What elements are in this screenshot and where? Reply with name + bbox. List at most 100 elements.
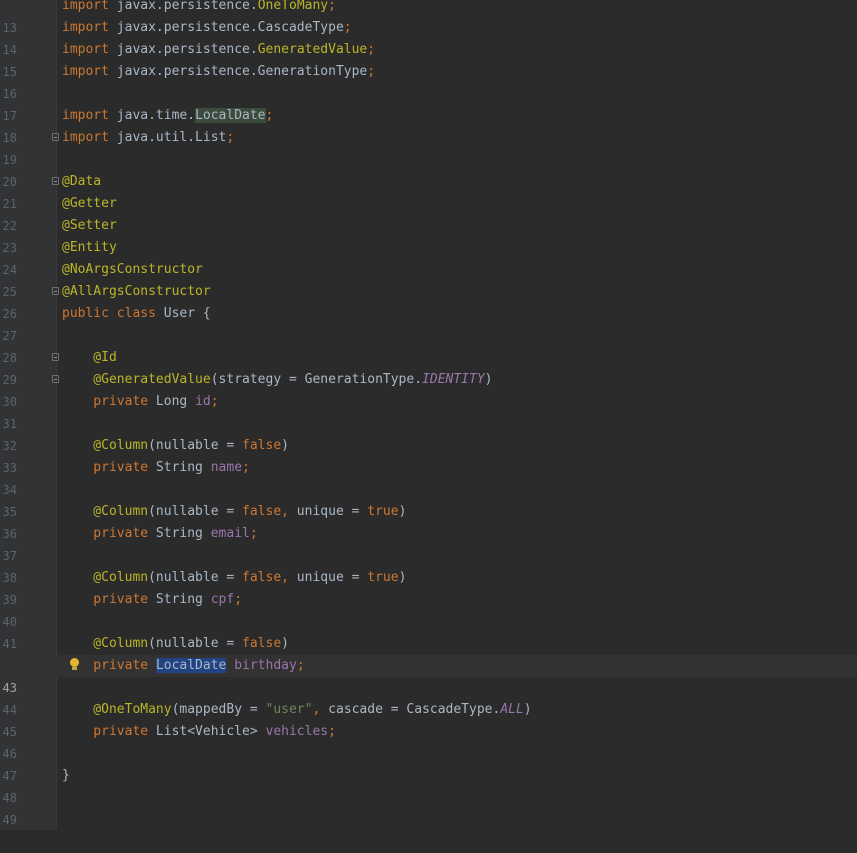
code-line[interactable]: 25 @NoArgsConstructor [0, 259, 857, 299]
annotation-token: @GeneratedValue [62, 372, 211, 387]
code-text[interactable]: @GeneratedValue(strategy = GenerationTyp… [62, 369, 493, 391]
punctuation-token: ; [265, 108, 274, 123]
code-line[interactable]: 14 import javax.persistence.CascadeType; [0, 17, 857, 57]
code-text[interactable]: private String cpf; [62, 589, 242, 611]
code-line[interactable]: 44 [0, 677, 857, 717]
code-text[interactable]: import java.util.List; [62, 127, 234, 149]
code-line[interactable]: 46 private List<Vehicle> vehicles; [0, 721, 857, 761]
code-token: (nullable = [148, 570, 243, 585]
code-line[interactable]: 18 import java.time.LocalDate; [0, 105, 857, 145]
code-line[interactable]: 42 @Column(nullable = false) [0, 633, 857, 673]
keyword-token: private [62, 592, 149, 607]
fold-icon[interactable] [52, 287, 59, 295]
code-line[interactable]: 45 @OneToMany(mappedBy = "user", cascade… [0, 699, 857, 739]
code-text[interactable]: @AllArgsConstructor [62, 281, 211, 303]
code-token: (nullable = [148, 504, 243, 519]
keyword-token: private [62, 724, 149, 739]
code-text[interactable]: @Column(nullable = false, unique = true) [62, 501, 406, 523]
fold-icon[interactable] [52, 375, 59, 383]
keyword-token: false, [242, 504, 289, 519]
code-text[interactable]: @Entity [62, 237, 117, 259]
code-text[interactable]: import javax.persistence.GenerationType; [62, 61, 375, 83]
keyword-token: import [62, 64, 109, 79]
code-text[interactable]: private Long id; [62, 391, 218, 413]
code-line[interactable]: 40 private String cpf; [0, 589, 857, 629]
code-line[interactable]: 23 @Setter [0, 215, 857, 255]
code-text[interactable]: @Column(nullable = false) [62, 633, 289, 655]
code-line[interactable]: 15 import javax.persistence.GeneratedVal… [0, 39, 857, 79]
code-token: javax.persistence.CascadeType [108, 20, 344, 35]
code-line[interactable]: 41 [0, 611, 857, 651]
keyword-token: import [62, 0, 109, 13]
code-line[interactable]: 31 private Long id; [0, 391, 857, 431]
code-line[interactable]: 19 import java.util.List; [0, 127, 857, 167]
code-token: List<Vehicle> [148, 724, 266, 739]
code-text[interactable]: import javax.persistence.CascadeType; [62, 17, 352, 39]
code-text[interactable]: @Setter [62, 215, 117, 237]
code-token: java.time. [108, 108, 196, 123]
code-line[interactable]: 17 [0, 83, 857, 123]
code-text[interactable]: private List<Vehicle> vehicles; [62, 721, 336, 743]
code-line[interactable]: 20 [0, 149, 857, 189]
annotation-token: @Getter [62, 196, 117, 211]
code-token: (nullable = [148, 438, 243, 453]
code-line[interactable]: 32 [0, 413, 857, 453]
code-text[interactable]: import javax.persistence.OneToMany; [62, 0, 336, 17]
code-text[interactable]: @Data [62, 171, 101, 193]
fold-icon[interactable] [52, 177, 59, 185]
code-token: (strategy = GenerationType. [210, 372, 423, 387]
code-text[interactable]: private LocalDate birthday; [62, 655, 305, 677]
code-line[interactable]: 38 [0, 545, 857, 585]
code-line[interactable]: 13 import javax.persistence.OneToMany; [0, 0, 857, 35]
code-line[interactable]: 47 [0, 743, 857, 783]
code-text[interactable]: @Getter [62, 193, 117, 215]
code-line[interactable]: 21 @Data [0, 171, 857, 211]
code-line[interactable]: 22 @Getter [0, 193, 857, 233]
keyword-token: public class [62, 306, 156, 321]
code-line[interactable]: 34 private String name; [0, 457, 857, 497]
code-text[interactable]: import javax.persistence.GeneratedValue; [62, 39, 375, 61]
punctuation-token: ; [367, 64, 376, 79]
annotation-token: @Column [62, 570, 149, 585]
code-text[interactable]: public class User { [62, 303, 211, 325]
code-line[interactable]: 33 @Column(nullable = false) [0, 435, 857, 475]
code-line[interactable]: 30 @GeneratedValue(strategy = Generation… [0, 369, 857, 409]
code-token: ) [484, 372, 493, 387]
code-line[interactable]: 24 @Entity [0, 237, 857, 277]
code-line[interactable]: 35 [0, 479, 857, 519]
code-text[interactable]: @NoArgsConstructor [62, 259, 203, 281]
code-text[interactable]: private String name; [62, 457, 250, 479]
keyword-token: false [242, 438, 282, 453]
annotation-token: @AllArgsConstructor [62, 284, 211, 299]
code-text[interactable]: @Column(nullable = false) [62, 435, 289, 457]
annotation-token: @Column [62, 438, 149, 453]
fold-icon[interactable] [52, 133, 59, 141]
keyword-token: import [62, 20, 109, 35]
code-line[interactable]: 37 private String email; [0, 523, 857, 563]
code-line[interactable]: 36 @Column(nullable = false, unique = tr… [0, 501, 857, 541]
fold-icon[interactable] [52, 353, 59, 361]
current-code-line[interactable]: 43 private LocalDate birthday; [0, 655, 857, 695]
code-line[interactable]: 27 public class User { [0, 303, 857, 343]
enum-constant-token: IDENTITY [422, 372, 485, 387]
code-line[interactable]: 28 [0, 325, 857, 365]
code-text[interactable]: private String email; [62, 523, 257, 545]
field-token: birthday [234, 658, 297, 673]
field-token: cpf [210, 592, 235, 607]
code-token: ) [398, 504, 407, 519]
code-text[interactable]: @Id [62, 347, 117, 369]
code-text[interactable]: } [62, 765, 70, 787]
code-line[interactable]: 49 [0, 787, 857, 827]
code-token: javax.persistence. [108, 0, 258, 13]
code-text[interactable]: @Column(nullable = false, unique = true) [62, 567, 406, 589]
code-line[interactable]: 16 import javax.persistence.GenerationTy… [0, 61, 857, 101]
code-line[interactable]: 48 } [0, 765, 857, 805]
code-line[interactable]: 39 @Column(nullable = false, unique = tr… [0, 567, 857, 607]
code-line[interactable]: 29 @Id [0, 347, 857, 387]
code-editor[interactable]: 13 import javax.persistence.OneToMany; 1… [0, 0, 857, 827]
text-selection[interactable]: LocalDate [155, 658, 227, 673]
code-text[interactable]: import java.time.LocalDate; [62, 105, 273, 127]
code-line[interactable]: 26 @AllArgsConstructor [0, 281, 857, 321]
punctuation-token: ; [226, 130, 235, 145]
code-text[interactable]: @OneToMany(mappedBy = "user", cascade = … [62, 699, 531, 721]
